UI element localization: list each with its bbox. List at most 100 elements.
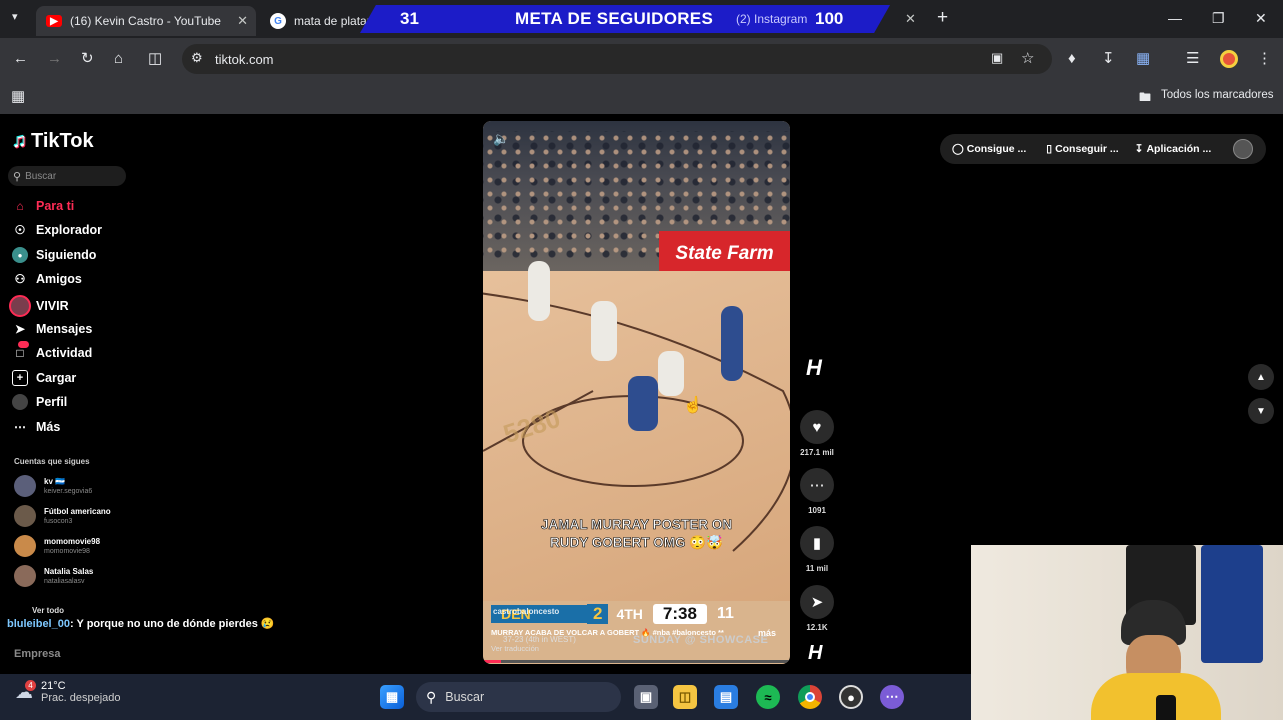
download-icon[interactable]: ↧ — [1102, 50, 1115, 68]
profile-avatar[interactable] — [1220, 50, 1238, 68]
score-clock: 7:38 — [652, 604, 707, 624]
nav-para-ti[interactable]: ⌂ Para ti — [12, 198, 74, 214]
video-author[interactable]: castrobaloncesto — [493, 607, 559, 616]
score-quarter: 4TH — [616, 606, 643, 622]
follower-goal-target: 100 — [815, 9, 844, 28]
download-icon: ↧ — [1134, 143, 1144, 155]
bookmarks-bar: ▦ 🖿 Todos los marcadores — [0, 80, 1283, 114]
weather-temp: 21°C — [41, 680, 66, 692]
reload-icon[interactable]: ↻ — [81, 50, 94, 68]
chevron-up-icon: ▲ — [1256, 371, 1266, 383]
address-bar[interactable]: ⚙ tiktok.com ▣ ☆ — [182, 44, 1052, 74]
messages-icon: ➤ — [14, 322, 26, 336]
back-icon[interactable]: ← — [13, 50, 28, 68]
comment-button[interactable]: ⋯ 1091 — [800, 468, 834, 515]
avatar — [14, 475, 36, 497]
nav-amigos[interactable]: ⚇ Amigos — [12, 271, 82, 287]
following-account[interactable]: Natalia Salas nataliasalasv — [14, 565, 93, 587]
apps-grid-icon[interactable]: ▦ — [11, 87, 25, 105]
share-icon: ➤ — [800, 585, 834, 619]
bookmark-count: 11 mil — [805, 564, 829, 573]
task-view-icon[interactable]: ▣ — [634, 685, 658, 709]
sponsor-sign: State Farm — [659, 231, 790, 276]
score-points: 2 — [587, 604, 609, 624]
close-tab-icon[interactable]: ✕ — [237, 13, 248, 29]
side-panel-icon[interactable]: ◫ — [148, 50, 162, 68]
url-text[interactable]: tiktok.com — [215, 52, 274, 67]
tiktok-logo[interactable]: ♫ TikTok — [12, 130, 94, 153]
creator-avatar-h[interactable]: H — [808, 642, 822, 665]
media-controls-icon[interactable]: ☰ — [1186, 50, 1199, 68]
menu-icon[interactable]: ⋮ — [1257, 50, 1272, 68]
chat-overlay: bluleibel_00: Y porque no uno de dónde p… — [7, 617, 275, 630]
follower-goal-title: META DE SEGUIDORES — [515, 9, 714, 28]
translate-link[interactable]: Ver traducción — [491, 644, 539, 653]
video-progress-bar[interactable] — [483, 660, 790, 663]
see-more-link[interactable]: más — [758, 628, 776, 638]
search-input[interactable]: ⚲ Buscar — [8, 166, 126, 186]
home-icon[interactable]: ⌂ — [114, 50, 123, 68]
weather-icon: ☁ 4 — [15, 679, 36, 703]
nav-siguiendo[interactable]: ● Siguiendo — [12, 247, 96, 263]
forward-icon[interactable]: → — [47, 50, 62, 68]
tab-youtube[interactable]: ▶ (16) Kevin Castro - YouTube ✕ — [36, 6, 256, 36]
previous-video-button[interactable]: ▲ — [1248, 364, 1274, 390]
heart-icon: ♥ — [800, 410, 834, 444]
bookmark-star-icon[interactable]: ☆ — [1021, 49, 1034, 67]
nav-vivir[interactable]: VIVIR — [9, 295, 69, 317]
restore-icon[interactable]: ❐ — [1212, 10, 1225, 27]
nav-mensajes[interactable]: ➤ Mensajes — [12, 321, 92, 337]
weather-widget[interactable]: ☁ 4 21°C Prac. despejado — [15, 679, 121, 704]
nav-actividad[interactable]: □ Actividad — [12, 341, 92, 361]
extensions-icon[interactable]: ♦ — [1068, 50, 1076, 68]
obs-icon[interactable]: ● — [839, 685, 863, 709]
spotify-icon[interactable]: ≈ — [756, 685, 780, 709]
install-app-icon[interactable]: ▣ — [991, 50, 1003, 66]
next-video-button[interactable]: ▼ — [1248, 398, 1274, 424]
chrome-icon[interactable] — [798, 685, 822, 709]
like-count: 217.1 mil — [800, 448, 834, 457]
new-tab-button[interactable]: + — [937, 7, 948, 29]
following-account[interactable]: momomovie98 momomovie98 — [14, 535, 100, 557]
video-description: MURRAY ACABA DE VOLCAR A GOBERT 🔥 #nba #… — [491, 628, 724, 637]
all-bookmarks-label[interactable]: Todos los marcadores — [1161, 89, 1274, 101]
file-explorer-icon[interactable]: ◫ — [673, 685, 697, 709]
microsoft-store-icon[interactable]: ▤ — [714, 685, 738, 709]
player-nuggets — [628, 376, 658, 431]
follower-goal-overlay: 31 META DE SEGUIDORES (2) Instagram 100 — [360, 5, 890, 33]
following-account[interactable]: Fútbol americano fusocon3 — [14, 505, 111, 527]
like-button[interactable]: ♥ 217.1 mil — [800, 410, 834, 457]
taskbar-search[interactable]: ⚲ Buscar — [416, 682, 621, 712]
site-info-icon[interactable]: ⚙ — [191, 50, 203, 66]
nav-perfil[interactable]: Perfil — [12, 394, 67, 410]
nav-mas[interactable]: ⋯ Más — [12, 419, 60, 435]
get-app-button[interactable]: ▯ Conseguir ... — [1046, 143, 1118, 155]
comment-count: 1091 — [808, 506, 826, 515]
bookmark-button[interactable]: ▮ 11 mil — [800, 526, 834, 573]
activity-icon: □ — [12, 341, 29, 361]
desktop-app-button[interactable]: ↧ Aplicación ... — [1135, 143, 1212, 155]
chat-app-icon[interactable]: ⋯ — [880, 685, 904, 709]
player-wolves — [591, 301, 617, 361]
notification-badge — [18, 341, 29, 348]
player-wolves — [658, 351, 684, 396]
share-button[interactable]: ➤ 12.1K — [800, 585, 834, 632]
translate-icon[interactable]: ▦ — [1136, 50, 1150, 68]
weather-badge: 4 — [25, 679, 36, 691]
nav-explorador[interactable]: ☉ Explorador — [12, 222, 102, 238]
video-player[interactable]: State Farm 🔈 5280 ☝ JAMAL MURRAY POSTER … — [483, 121, 790, 664]
footer-company-link[interactable]: Empresa — [14, 648, 60, 660]
close-window-icon[interactable]: ✕ — [1255, 10, 1267, 27]
close-tab-icon[interactable]: ✕ — [905, 11, 916, 27]
minimize-icon[interactable]: — — [1168, 10, 1182, 26]
profile-avatar[interactable] — [1233, 139, 1254, 159]
tab-list-dropdown-icon[interactable]: ▾ — [12, 10, 18, 23]
video-caption: JAMAL MURRAY POSTER ON RUDY GOBERT OMG 😳… — [540, 517, 733, 551]
top-actions-bar: ◯ Consigue ... ▯ Conseguir ... ↧ Aplicac… — [940, 134, 1266, 164]
get-coins-button[interactable]: ◯ Consigue ... — [952, 143, 1026, 155]
following-account[interactable]: kv 🇭🇳 keiver.segovia6 — [14, 475, 92, 497]
mute-icon[interactable]: 🔈 — [493, 131, 509, 147]
nav-cargar[interactable]: + Cargar — [12, 370, 76, 386]
see-all-link[interactable]: Ver todo — [32, 606, 64, 615]
start-button[interactable]: ▦ — [380, 685, 404, 709]
